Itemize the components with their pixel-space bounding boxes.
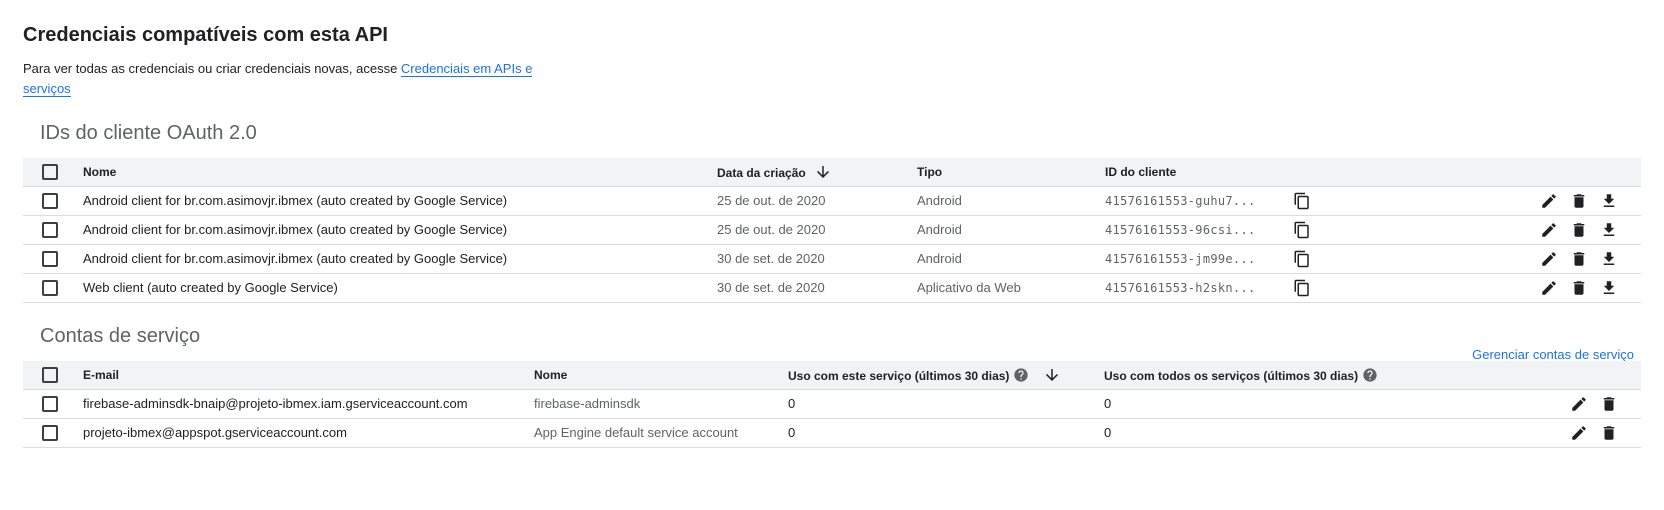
arrow-down-icon[interactable] — [814, 163, 832, 181]
trash-icon[interactable] — [1570, 250, 1588, 268]
service-accounts-table: E-mail Nome Uso com este serviço (último… — [23, 361, 1641, 448]
column-header-date-label: Data da criação — [717, 165, 806, 180]
pencil-icon[interactable] — [1540, 192, 1558, 210]
creation-date: 25 de out. de 2020 — [717, 222, 826, 237]
service-account-email[interactable]: projeto-ibmex@appspot.gserviceaccount.co… — [83, 418, 534, 447]
row-checkbox[interactable] — [42, 192, 58, 209]
column-header-usage-all[interactable]: Uso com todos os serviços (últimos 30 di… — [1104, 361, 1474, 389]
client-name[interactable]: Web client (auto created by Google Servi… — [83, 273, 717, 302]
trash-icon[interactable] — [1570, 192, 1588, 210]
row-checkbox[interactable] — [42, 395, 58, 412]
copy-icon[interactable] — [1293, 250, 1311, 268]
intro-text: Para ver todas as credenciais ou criar c… — [23, 59, 543, 99]
service-accounts-section-title: Contas de serviço — [40, 325, 201, 347]
copy-icon[interactable] — [1293, 192, 1311, 210]
client-id: 41576161553-96csi... — [1105, 222, 1256, 237]
trash-icon[interactable] — [1600, 424, 1618, 442]
client-id: 41576161553-h2skn... — [1105, 280, 1256, 295]
column-header-usage-this-label: Uso com este serviço (últimos 30 dias) — [788, 368, 1010, 383]
oauth-client-row[interactable]: Web client (auto created by Google Servi… — [23, 273, 1641, 302]
arrow-down-icon[interactable] — [1043, 366, 1061, 384]
download-icon[interactable] — [1600, 250, 1618, 268]
service-account-email[interactable]: firebase-adminsdk-bnaip@projeto-ibmex.ia… — [83, 389, 534, 418]
column-header-name[interactable]: Nome — [83, 158, 717, 186]
client-name[interactable]: Android client for br.com.asimovjr.ibmex… — [83, 244, 717, 273]
trash-icon[interactable] — [1570, 279, 1588, 297]
creation-date: 30 de set. de 2020 — [717, 251, 825, 266]
client-type: Android — [917, 193, 962, 208]
select-all-checkbox[interactable] — [42, 163, 58, 180]
download-icon[interactable] — [1600, 279, 1618, 297]
column-header-client-id[interactable]: ID do cliente — [1105, 158, 1293, 186]
client-type: Aplicativo da Web — [917, 280, 1021, 295]
copy-icon[interactable] — [1293, 221, 1311, 239]
download-icon[interactable] — [1600, 221, 1618, 239]
oauth-section-title: IDs do cliente OAuth 2.0 — [40, 122, 257, 144]
client-type: Android — [917, 222, 962, 237]
client-id: 41576161553-guhu7... — [1105, 193, 1256, 208]
help-icon[interactable] — [1362, 367, 1378, 383]
service-accounts-header-row: E-mail Nome Uso com este serviço (último… — [23, 361, 1641, 389]
intro-description: Para ver todas as credenciais ou criar c… — [23, 61, 401, 76]
credentials-page: Credenciais compatíveis com esta API Par… — [0, 0, 1664, 510]
column-header-type[interactable]: Tipo — [917, 158, 1105, 186]
client-name[interactable]: Android client for br.com.asimovjr.ibmex… — [83, 215, 717, 244]
row-checkbox[interactable] — [42, 424, 58, 441]
usage-all-services: 0 — [1104, 425, 1112, 440]
help-icon[interactable] — [1013, 367, 1029, 383]
oauth-client-row[interactable]: Android client for br.com.asimovjr.ibmex… — [23, 215, 1641, 244]
oauth-client-row[interactable]: Android client for br.com.asimovjr.ibmex… — [23, 244, 1641, 273]
column-header-date[interactable]: Data da criação — [717, 158, 917, 186]
client-id: 41576161553-jm99e... — [1105, 251, 1256, 266]
creation-date: 25 de out. de 2020 — [717, 193, 826, 208]
download-icon[interactable] — [1600, 192, 1618, 210]
pencil-icon[interactable] — [1540, 279, 1558, 297]
service-account-name: firebase-adminsdk — [534, 396, 641, 411]
copy-icon[interactable] — [1293, 279, 1311, 297]
usage-this-service: 0 — [788, 396, 796, 411]
row-checkbox[interactable] — [42, 221, 58, 238]
row-checkbox[interactable] — [42, 250, 58, 267]
column-header-email[interactable]: E-mail — [83, 361, 534, 389]
pencil-icon[interactable] — [1540, 250, 1558, 268]
trash-icon[interactable] — [1600, 395, 1618, 413]
service-account-name: App Engine default service account — [534, 425, 738, 440]
column-header-usage-all-label: Uso com todos os serviços (últimos 30 di… — [1104, 368, 1359, 383]
client-type: Android — [917, 251, 962, 266]
creation-date: 30 de set. de 2020 — [717, 280, 825, 295]
oauth-table: Nome Data da criação Tipo ID do cliente … — [23, 158, 1641, 303]
page-title: Credenciais compatíveis com esta API — [23, 24, 388, 46]
row-checkbox[interactable] — [42, 279, 58, 296]
select-all-checkbox[interactable] — [42, 366, 58, 383]
column-header-usage-this[interactable]: Uso com este serviço (últimos 30 dias) — [788, 361, 1104, 389]
oauth-client-row[interactable]: Android client for br.com.asimovjr.ibmex… — [23, 186, 1641, 215]
pencil-icon[interactable] — [1570, 395, 1588, 413]
oauth-header-row: Nome Data da criação Tipo ID do cliente — [23, 158, 1641, 186]
column-header-name[interactable]: Nome — [534, 361, 788, 389]
pencil-icon[interactable] — [1540, 221, 1558, 239]
pencil-icon[interactable] — [1570, 424, 1588, 442]
client-name[interactable]: Android client for br.com.asimovjr.ibmex… — [83, 186, 717, 215]
service-account-row[interactable]: firebase-adminsdk-bnaip@projeto-ibmex.ia… — [23, 389, 1641, 418]
trash-icon[interactable] — [1570, 221, 1588, 239]
usage-all-services: 0 — [1104, 396, 1112, 411]
usage-this-service: 0 — [788, 425, 796, 440]
service-account-row[interactable]: projeto-ibmex@appspot.gserviceaccount.co… — [23, 418, 1641, 447]
